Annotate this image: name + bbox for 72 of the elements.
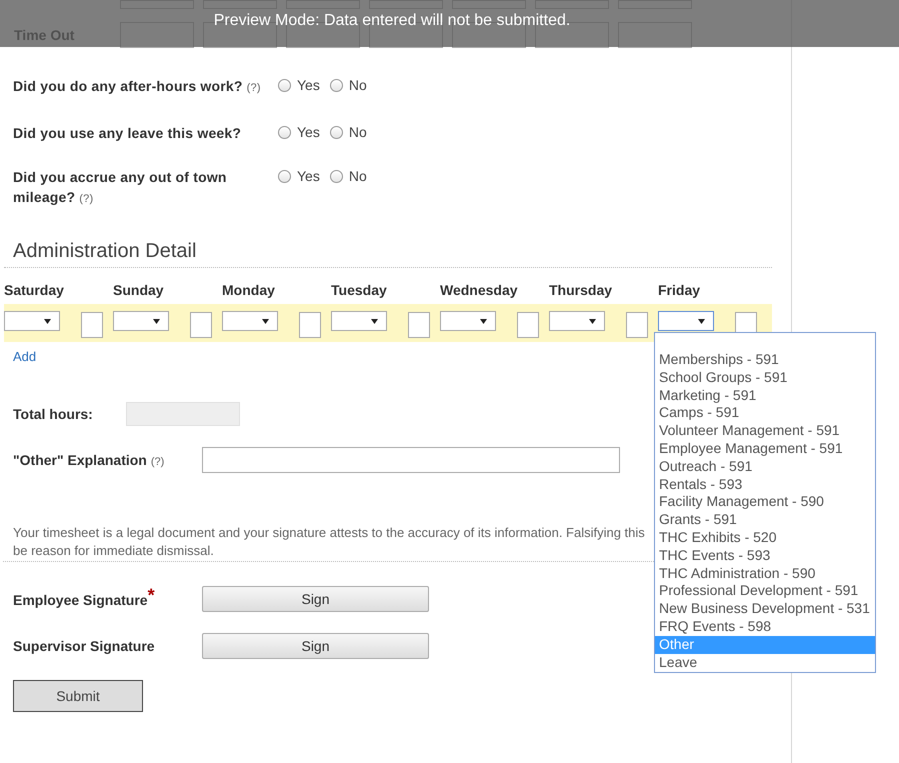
sign-button[interactable]: Sign: [202, 633, 429, 659]
required-mark: *: [148, 584, 155, 606]
caret-icon: [44, 318, 51, 324]
dropdown-option[interactable]: Memberships - 591: [655, 351, 875, 369]
field-label: Employee Signature: [13, 592, 148, 608]
radio-label: Yes: [297, 77, 320, 93]
field-label: "Other" Explanation: [13, 452, 147, 468]
question-label: Did you do any after-hours work? (?): [13, 77, 262, 96]
dropdown-field[interactable]: [440, 311, 496, 331]
question-label: Did you use any leave this week?: [13, 124, 242, 143]
caret-icon: [589, 318, 596, 324]
radio-button[interactable]: [278, 170, 291, 182]
field-label: Total hours:: [13, 406, 94, 422]
radio-label: No: [348, 124, 367, 140]
caret-icon: [480, 318, 487, 324]
radio-label: Yes: [297, 124, 320, 140]
dropdown-field[interactable]: [658, 311, 714, 331]
add-link[interactable]: Add: [13, 349, 36, 364]
radio-button[interactable]: [330, 126, 343, 138]
hours-field[interactable]: [190, 312, 212, 338]
dropdown-field[interactable]: [222, 311, 278, 331]
disclaimer-text: Your timesheet is a legal document and your signature attests to the accuracy of its information. Falsifying this be reason for immediate dismissal.: [13, 524, 645, 560]
dropdown-field[interactable]: [549, 311, 605, 331]
hours-field[interactable]: [299, 312, 321, 338]
hours-field[interactable]: [81, 312, 103, 338]
dropdown-option[interactable]: New Business Development - 531: [655, 600, 875, 618]
dropdown-field[interactable]: [113, 311, 169, 331]
caret-icon: [153, 318, 160, 324]
caret-icon: [262, 318, 269, 324]
help-marker: (?): [150, 456, 164, 468]
dropdown-option[interactable]: Rentals - 593: [655, 476, 875, 494]
hours-field[interactable]: [517, 312, 539, 338]
submit-button[interactable]: Submit: [13, 680, 143, 712]
radio-label: No: [348, 168, 367, 184]
column-header: Thursday: [549, 282, 614, 298]
radio-button[interactable]: [278, 126, 291, 138]
hours-field[interactable]: [408, 312, 430, 338]
sign-button[interactable]: Sign: [202, 586, 429, 612]
dropdown-option[interactable]: School Groups - 591: [655, 368, 875, 387]
question-label: Did you accrue any out of town mileage? (?): [13, 168, 228, 207]
field-label: Supervisor Signature: [13, 638, 155, 654]
dropdown-option[interactable]: Employee Management - 591: [655, 440, 875, 458]
column-header: Sunday: [113, 282, 165, 298]
radio-button[interactable]: [330, 170, 343, 182]
dropdown-option[interactable]: Grants - 591: [655, 511, 875, 529]
dropdown-field[interactable]: [4, 311, 60, 331]
radio-button[interactable]: [278, 78, 291, 92]
section-heading: Administration Detail: [4, 240, 772, 268]
caret-icon: [371, 318, 378, 324]
dropdown-option[interactable]: THC Exhibits - 520: [655, 528, 875, 547]
column-header: Wednesday: [440, 282, 519, 298]
radio-label: No: [348, 77, 367, 93]
dropdown-field[interactable]: [331, 311, 387, 331]
dropdown-option[interactable]: Outreach - 591: [655, 458, 875, 476]
explanation-field[interactable]: [202, 447, 620, 473]
radio-button[interactable]: [330, 78, 343, 92]
dropdown-option[interactable]: Camps - 591: [655, 404, 875, 422]
dropdown-option[interactable]: FRQ Events - 598: [655, 618, 875, 636]
column-header: Saturday: [4, 282, 65, 298]
column-header: Friday: [658, 282, 702, 298]
dropdown-option[interactable]: Leave: [655, 654, 875, 672]
column-header: Monday: [222, 282, 276, 298]
dropdown-option[interactable]: THC Administration - 590: [655, 564, 875, 582]
dropdown-option[interactable]: THC Events - 593: [655, 546, 875, 565]
dropdown-option[interactable]: Professional Development - 591: [655, 582, 875, 600]
dropdown-option[interactable]: Facility Management - 590: [655, 493, 875, 512]
dropdown-option[interactable]: Volunteer Management - 591: [655, 422, 875, 440]
column-header: Tuesday: [331, 282, 388, 298]
caret-icon: [698, 318, 705, 324]
hours-field[interactable]: [626, 312, 648, 338]
radio-label: Yes: [297, 168, 320, 184]
dropdown-option[interactable]: Marketing - 591: [655, 386, 875, 404]
